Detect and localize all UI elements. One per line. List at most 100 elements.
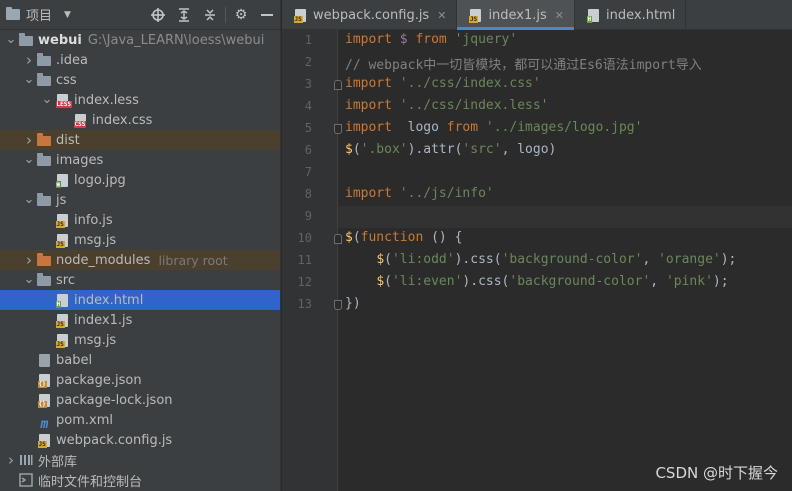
close-icon[interactable]: ✕ (437, 9, 446, 22)
excluded-folder-icon (36, 253, 52, 267)
editor-tabs: JS webpack.config.js ✕ JS index1.js ✕ Hindex.h… (282, 0, 792, 30)
folder-icon (36, 73, 52, 87)
html-file-icon: H (585, 8, 601, 23)
fold-marker-icon[interactable] (334, 234, 342, 244)
js-file-icon: JS (54, 333, 70, 348)
tree-item[interactable]: JS info.js (0, 210, 280, 230)
line-number: 6 (304, 143, 312, 157)
js-file-icon: JS (54, 213, 70, 228)
tree-item-label: js (56, 192, 67, 208)
editor-tab[interactable]: JS index1.js ✕ (457, 0, 576, 30)
tree-item[interactable]: JS msg.js (0, 230, 280, 250)
tree-item[interactable]: {} package.json (0, 370, 280, 390)
tree-item[interactable]: JS msg.js (0, 330, 280, 350)
project-panel: 项目 ▼ ⚙ ⌄ webui G:\Java_LEARN\loess\webui ›.… (0, 0, 281, 491)
tree-item[interactable]: CSS index.css (0, 110, 280, 130)
close-icon[interactable]: ✕ (555, 9, 564, 22)
code-token: ( (384, 252, 392, 267)
editor-tab[interactable]: JS webpack.config.js ✕ (282, 0, 458, 30)
tree-item[interactable]: ⌄ src (0, 270, 280, 290)
code-line: }) (345, 296, 792, 311)
tree-item[interactable]: › 外部库 (0, 450, 280, 470)
code-line: import '../css/index.less' (345, 98, 792, 113)
fold-marker-icon[interactable] (334, 80, 342, 90)
tree-item[interactable]: {} package-lock.json (0, 390, 280, 410)
js-file-icon: JS (292, 8, 308, 23)
code-line: $('li:even').css('background-color', 'pi… (345, 274, 792, 289)
editor-tab[interactable]: Hindex.html (575, 0, 687, 30)
text-file-icon (36, 353, 52, 367)
line-number: 4 (304, 99, 312, 113)
chevron-down-icon[interactable]: ⌄ (4, 33, 18, 46)
tree-item[interactable]: ▣ logo.jpg (0, 170, 280, 190)
chevron-down-icon[interactable]: ⌄ (40, 93, 54, 106)
code-line: // webpack中一切皆模块，都可以通过Es6语法import导入 (345, 54, 792, 73)
tree-item[interactable]: › node_modules library root (0, 250, 280, 270)
code-token: ); (720, 252, 737, 267)
code-token: , (642, 252, 659, 267)
collapse-all-icon[interactable] (197, 3, 223, 27)
tree-item[interactable]: › dist (0, 130, 280, 150)
code-token: $ (376, 274, 385, 289)
fold-marker-icon[interactable] (334, 124, 342, 134)
chevron-down-icon[interactable]: ⌄ (22, 73, 36, 86)
library-icon (18, 453, 34, 467)
tree-item[interactable]: Hindex.html (0, 290, 280, 310)
html-file-icon: H (54, 293, 70, 308)
project-title[interactable]: 项目 (26, 5, 52, 24)
code-line: $('li:odd').css('background-color', 'ora… (345, 252, 792, 267)
tree-item[interactable]: ⌄ js (0, 190, 280, 210)
chevron-right-icon[interactable]: › (22, 251, 36, 269)
code-token: ( (352, 230, 361, 245)
chevron-down-icon[interactable]: ⌄ (22, 273, 36, 286)
code-token: ).css( (462, 274, 510, 289)
code-area[interactable]: 1 2 3 4 5 6 7 8 9 10 11 12 13 import $ from 'jquery'… (282, 30, 792, 491)
tab-label: webpack.config.js (313, 7, 430, 23)
excluded-folder-icon (36, 133, 52, 147)
chevron-right-icon[interactable]: › (22, 51, 36, 69)
tree-item[interactable]: ⌄ css (0, 70, 280, 90)
folder-icon (36, 153, 52, 167)
chevron-right-icon[interactable]: › (22, 131, 36, 149)
chevron-down-icon[interactable]: ▼ (64, 10, 71, 20)
code-line: $(function () { (345, 230, 792, 245)
tree-item[interactable]: ⌄ LESS index.less (0, 90, 280, 110)
line-number: 5 (304, 121, 312, 135)
js-file-icon: JS (54, 313, 70, 328)
code-token: () { (431, 230, 463, 245)
tree-item[interactable]: › .idea (0, 50, 280, 70)
expand-all-icon[interactable] (171, 3, 197, 27)
tree-item[interactable]: ⌄ images (0, 150, 280, 170)
tree-item[interactable]: ⌄ webui G:\Java_LEARN\loess\webui (0, 30, 280, 50)
code-token: 'jquery' (454, 32, 518, 47)
project-header: 项目 ▼ ⚙ (0, 0, 280, 30)
gear-icon[interactable]: ⚙ (228, 3, 254, 27)
crosshair-icon[interactable] (145, 3, 171, 27)
fold-marker-icon[interactable] (334, 300, 342, 310)
line-number: 1 (304, 33, 312, 47)
code-line: import logo from '../images/logo.jpg' (345, 120, 792, 135)
tree-item-label: index.html (74, 292, 144, 308)
code-token: ). (407, 142, 424, 157)
code-token: attr( (423, 142, 463, 157)
tree-item[interactable]: 临时文件和控制台 (0, 470, 280, 490)
project-tree: ⌄ webui G:\Java_LEARN\loess\webui › .idea ⌄ cs… (0, 30, 280, 490)
chevron-down-icon[interactable]: ⌄ (22, 193, 36, 206)
code-token: $ (345, 230, 353, 245)
tree-item[interactable]: JS webpack.config.js (0, 430, 280, 450)
project-path: G:\Java_LEARN\loess\webui (87, 32, 265, 48)
code-token: 'src' (462, 142, 502, 157)
code-token: import (345, 98, 400, 113)
tree-item[interactable]: JS index1.js (0, 310, 280, 330)
minimize-icon[interactable] (254, 3, 280, 27)
chevron-down-icon[interactable]: ⌄ (22, 153, 36, 166)
code-token: import (345, 76, 400, 91)
chevron-right-icon[interactable]: › (4, 451, 18, 469)
code-token: 'li:odd' (391, 252, 455, 267)
line-number: 7 (304, 165, 312, 179)
tree-item[interactable]: m pom.xml (0, 410, 280, 431)
code-token: ( (352, 142, 361, 157)
code-token: 'background-color' (501, 252, 643, 267)
tree-item[interactable]: babel (0, 350, 280, 370)
